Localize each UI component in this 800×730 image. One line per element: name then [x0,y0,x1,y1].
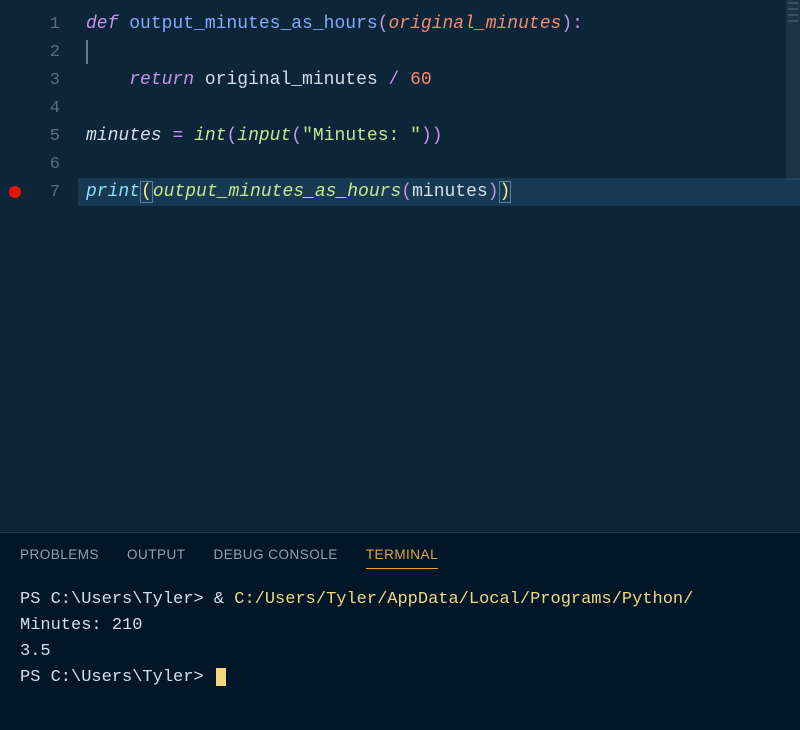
tab-output[interactable]: OUTPUT [127,547,186,569]
line-number: 4 [30,99,78,118]
terminal-command: C:/Users/Tyler/AppData/Local/Programs/Py… [234,590,693,609]
tab-debug-console[interactable]: DEBUG CONSOLE [214,547,338,569]
terminal-output: Minutes: 210 [20,613,780,639]
terminal-content[interactable]: PS C:\Users\Tyler> & C:/Users/Tyler/AppD… [0,577,800,730]
terminal-prompt: PS C:\Users\Tyler> [20,668,214,687]
code-line[interactable] [78,150,800,178]
breakpoint-icon[interactable] [9,186,21,198]
breakpoint-gutter[interactable] [0,10,30,532]
terminal-cursor-icon [216,668,226,686]
terminal-prompt: PS C:\Users\Tyler> [20,590,214,609]
tab-terminal[interactable]: TERMINAL [366,547,438,569]
tab-problems[interactable]: PROBLEMS [20,547,99,569]
code-line[interactable] [78,94,800,122]
code-line[interactable] [78,38,800,66]
code-area[interactable]: def output_minutes_as_hours(original_min… [78,10,800,532]
line-number: 1 [30,15,78,34]
editor-scrollbar[interactable] [786,0,800,180]
editor-pane[interactable]: 1 2 3 4 5 6 7 def output_minutes_as_hour… [0,0,800,532]
line-number: 3 [30,71,78,90]
code-line[interactable]: minutes = int(input("Minutes: ")) [78,122,800,150]
line-number: 6 [30,155,78,174]
terminal-output: 3.5 [20,639,780,665]
code-line[interactable]: print(output_minutes_as_hours(minutes)) [78,178,800,206]
panel-tabs: PROBLEMS OUTPUT DEBUG CONSOLE TERMINAL [0,533,800,577]
line-number: 5 [30,127,78,146]
code-line[interactable]: return original_minutes / 60 [78,66,800,94]
line-number-gutter[interactable]: 1 2 3 4 5 6 7 [30,10,78,532]
line-number: 2 [30,43,78,62]
line-number: 7 [30,183,78,202]
bottom-panel: PROBLEMS OUTPUT DEBUG CONSOLE TERMINAL P… [0,532,800,730]
code-line[interactable]: def output_minutes_as_hours(original_min… [78,10,800,38]
